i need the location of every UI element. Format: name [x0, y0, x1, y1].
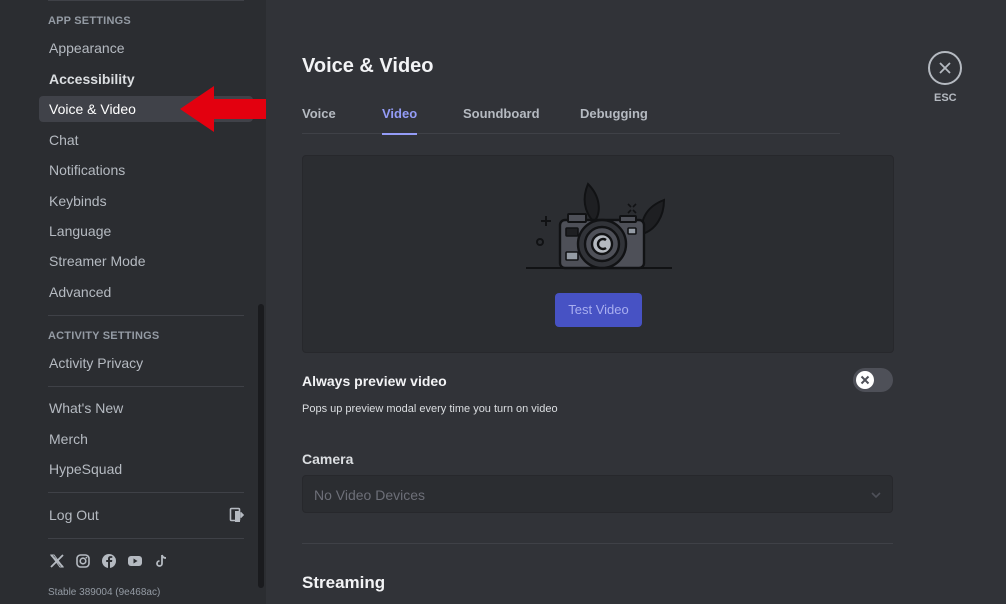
section-divider — [302, 543, 893, 544]
esc-label: ESC — [934, 92, 957, 104]
facebook-icon[interactable] — [101, 553, 117, 569]
sidebar-item-hypesquad[interactable]: HypeSquad — [39, 456, 253, 482]
version-label: Stable 389004 (9e468ac) — [48, 587, 161, 598]
sidebar-divider — [48, 315, 244, 316]
x-icon[interactable] — [49, 553, 65, 569]
sidebar-divider — [48, 386, 244, 387]
always-preview-title: Always preview video — [302, 373, 447, 389]
tab-debugging[interactable]: Debugging — [580, 106, 648, 134]
sidebar-item-notifications[interactable]: Notifications — [39, 157, 253, 183]
sidebar-item-merch[interactable]: Merch — [39, 426, 253, 452]
streaming-section-title: Streaming — [302, 573, 386, 592]
toggle-off-icon — [860, 375, 870, 385]
sidebar-item-keybinds[interactable]: Keybinds — [39, 188, 253, 214]
youtube-icon[interactable] — [127, 553, 143, 569]
tab-video[interactable]: Video — [382, 106, 418, 135]
close-button[interactable] — [928, 51, 962, 85]
sidebar-scrollbar[interactable] — [258, 304, 264, 588]
sidebar-item-whats-new[interactable]: What's New — [39, 395, 253, 421]
chevron-down-icon — [871, 492, 881, 499]
logout-button[interactable]: Log Out — [39, 502, 253, 528]
close-icon — [939, 62, 951, 74]
camera-illustration-icon — [526, 182, 672, 270]
sidebar-item-activity-privacy[interactable]: Activity Privacy — [39, 350, 253, 376]
sidebar-item-streamer-mode[interactable]: Streamer Mode — [39, 248, 253, 274]
annotation-arrow-icon — [180, 86, 266, 132]
sidebar-item-appearance[interactable]: Appearance — [39, 35, 253, 61]
always-preview-description: Pops up preview modal every time you tur… — [302, 403, 558, 415]
instagram-icon[interactable] — [75, 553, 91, 569]
tab-soundboard[interactable]: Soundboard — [463, 106, 540, 134]
app-settings-header: APP SETTINGS — [48, 15, 131, 27]
sidebar-divider — [48, 492, 244, 493]
tiktok-icon[interactable] — [153, 553, 169, 569]
camera-select-value: No Video Devices — [314, 487, 426, 503]
tab-bar: Voice Video Soundboard Debugging — [302, 106, 840, 135]
camera-label: Camera — [302, 451, 354, 467]
sidebar-item-advanced[interactable]: Advanced — [39, 279, 253, 305]
activity-settings-header: ACTIVITY SETTINGS — [48, 330, 160, 342]
tab-voice[interactable]: Voice — [302, 106, 336, 134]
logout-icon[interactable] — [229, 507, 245, 523]
sidebar-divider — [48, 538, 244, 539]
sidebar-divider — [48, 0, 244, 1]
camera-select[interactable]: No Video Devices — [302, 475, 893, 513]
always-preview-toggle[interactable] — [853, 368, 893, 392]
video-preview-box: Test Video — [302, 155, 894, 353]
test-video-button[interactable]: Test Video — [555, 293, 642, 327]
page-title: Voice & Video — [302, 55, 434, 77]
social-links — [49, 552, 169, 570]
sidebar-item-language[interactable]: Language — [39, 218, 253, 244]
toggle-knob — [856, 371, 874, 389]
